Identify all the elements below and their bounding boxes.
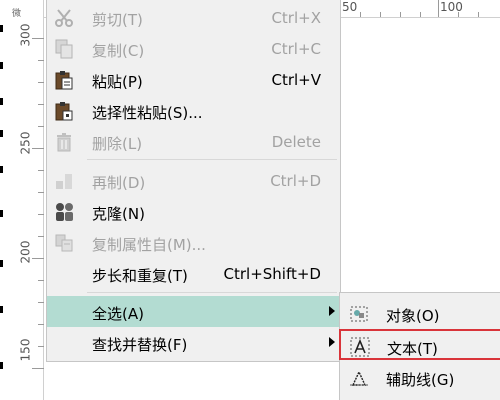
- menu-item-label: 复制(C): [92, 42, 145, 60]
- ruler-marker: [0, 210, 3, 217]
- vertical-ruler[interactable]: 微 300 250 200 150: [0, 0, 44, 400]
- ruler-tick: [38, 82, 44, 83]
- menu-item-delete[interactable]: 删除(L) Delete: [47, 126, 340, 157]
- menu-item-select-all[interactable]: 全选(A): [47, 296, 340, 327]
- select-objects-icon: [348, 303, 370, 325]
- ruler-marker: [0, 62, 3, 69]
- menu-item-cut[interactable]: 剪切(T) Ctrl+X: [47, 2, 340, 33]
- menu-item-shortcut: Ctrl+D: [270, 172, 321, 190]
- ruler-tick: [38, 214, 44, 215]
- menu-item-paste-special[interactable]: 选择性粘贴(S)...: [47, 95, 340, 126]
- ruler-tick: [38, 346, 44, 347]
- menu-item-paste[interactable]: 粘贴(P) Ctrl+V: [47, 64, 340, 95]
- ruler-label: 250: [18, 131, 33, 155]
- menu-item-shortcut: Ctrl+Shift+D: [223, 265, 321, 283]
- ruler-tick: [38, 236, 44, 237]
- ruler-marker: [0, 166, 3, 173]
- ruler-tick: [32, 368, 44, 369]
- ruler-tick: [38, 126, 44, 127]
- context-menu: 剪切(T) Ctrl+X 复制(C) Ctrl+C 粘贴(P) Ctrl+V 选…: [46, 0, 341, 362]
- submenu-item-text[interactable]: 文本(T): [339, 329, 500, 360]
- ruler-tick: [32, 148, 44, 149]
- menu-separator: [87, 292, 337, 293]
- ruler-tick: [38, 324, 44, 325]
- menu-item-label: 粘贴(P): [92, 73, 143, 91]
- ruler-tick: [38, 280, 44, 281]
- clone-icon: [53, 201, 75, 223]
- scissors-icon: [53, 7, 75, 29]
- trash-icon: [53, 131, 75, 153]
- menu-item-label: 全选(A): [92, 305, 144, 323]
- menu-item-label: 步长和重复(T): [92, 267, 188, 285]
- ruler-marker: [0, 25, 3, 32]
- select-all-submenu: 对象(O) 文本(T) 辅助线(G): [339, 292, 500, 400]
- ruler-tick: [38, 104, 44, 105]
- select-text-icon: [349, 336, 371, 358]
- ruler-tick: [458, 12, 459, 17]
- ruler-tick: [478, 12, 479, 17]
- menu-item-label: 选择性粘贴(S)...: [92, 104, 203, 122]
- duplicate-icon: [53, 170, 75, 192]
- submenu-arrow-icon: [329, 306, 335, 316]
- ruler-tick: [438, 0, 439, 17]
- ruler-marker: [0, 130, 3, 137]
- submenu-item-label: 对象(O): [386, 307, 440, 325]
- submenu-item-objects[interactable]: 对象(O): [340, 298, 500, 329]
- menu-item-clone[interactable]: 克隆(N): [47, 196, 340, 227]
- ruler-tick: [38, 170, 44, 171]
- ruler-marker: [0, 306, 3, 313]
- menu-item-shortcut: Ctrl+V: [271, 71, 321, 89]
- copy-icon: [53, 38, 75, 60]
- menu-item-step-and-repeat[interactable]: 步长和重复(T) Ctrl+Shift+D: [47, 258, 340, 289]
- menu-item-shortcut: Delete: [271, 133, 321, 151]
- ruler-tick: [38, 60, 44, 61]
- select-guidelines-icon: [348, 367, 370, 389]
- paste-icon: [53, 69, 75, 91]
- ruler-tick: [360, 12, 361, 17]
- submenu-item-guidelines[interactable]: 辅助线(G): [340, 362, 500, 393]
- submenu-arrow-icon: [329, 337, 335, 347]
- ruler-label: 50: [342, 0, 358, 14]
- menu-item-label: 复制属性自(M)...: [92, 236, 206, 254]
- ruler-tick: [400, 12, 401, 17]
- menu-item-duplicate[interactable]: 再制(D) Ctrl+D: [47, 165, 340, 196]
- menu-item-shortcut: Ctrl+C: [271, 40, 321, 58]
- ruler-tick: [420, 12, 421, 17]
- menu-item-copy-properties[interactable]: 复制属性自(M)...: [47, 227, 340, 258]
- menu-item-label: 查找并替换(F): [92, 336, 188, 354]
- ruler-marker: [0, 98, 3, 105]
- ruler-marker: [0, 260, 3, 267]
- menu-item-label: 再制(D): [92, 174, 146, 192]
- submenu-item-label: 文本(T): [387, 340, 438, 358]
- ruler-tick: [32, 258, 44, 259]
- menu-item-label: 克隆(N): [92, 205, 145, 223]
- menu-item-shortcut: Ctrl+X: [271, 9, 321, 27]
- paste-special-icon: [53, 100, 75, 122]
- submenu-item-label: 辅助线(G): [386, 371, 455, 389]
- ruler-label: 150: [18, 338, 33, 362]
- ruler-label: 200: [18, 240, 33, 264]
- menu-item-find-replace[interactable]: 查找并替换(F): [47, 327, 340, 358]
- ruler-label: 100: [440, 0, 463, 14]
- ruler-tick: [38, 302, 44, 303]
- ruler-tick: [380, 12, 381, 17]
- ruler-unit-label: 微: [12, 9, 22, 19]
- menu-item-label: 删除(L): [92, 135, 143, 153]
- menu-item-copy[interactable]: 复制(C) Ctrl+C: [47, 33, 340, 64]
- ruler-tick: [32, 38, 44, 39]
- ruler-label: 300: [18, 23, 33, 47]
- ruler-marker: [0, 362, 3, 369]
- copy-properties-icon: [53, 232, 75, 254]
- menu-separator: [87, 159, 337, 160]
- menu-item-label: 剪切(T): [92, 11, 143, 29]
- ruler-tick: [38, 192, 44, 193]
